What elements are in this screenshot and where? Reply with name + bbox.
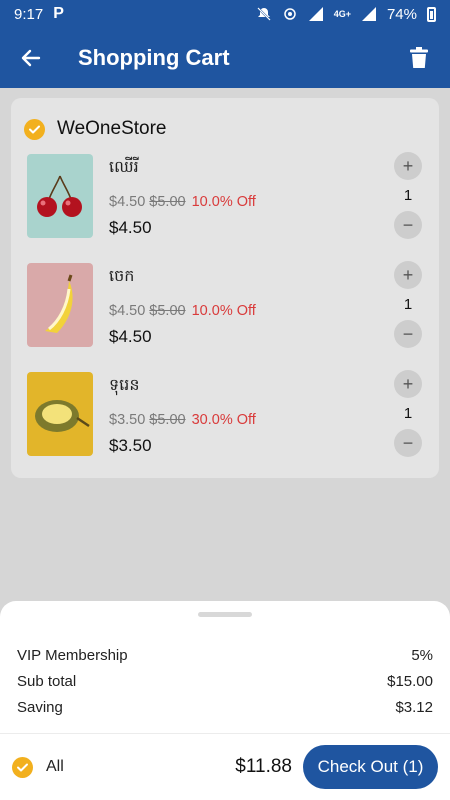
select-all-checkbox[interactable] <box>12 756 33 778</box>
app-notification-icon: P <box>53 5 64 22</box>
mute-notification-icon <box>256 7 271 21</box>
item-discount: 10.0% Off <box>191 303 256 319</box>
subtotal-label: Sub total <box>17 673 77 690</box>
arrow-back-icon <box>21 49 41 67</box>
subtotal-value: $15.00 <box>387 673 433 690</box>
item-quantity: 1 <box>403 296 413 313</box>
item-quantity: 1 <box>403 187 413 204</box>
item-original-price: $5.00 <box>149 303 186 319</box>
price-line: $4.50 $5.00 10.0% Off <box>109 194 256 210</box>
checkout-footer: All $11.88 Check Out (1) <box>0 734 450 800</box>
store-card: WeOneStore ឈើរី $4.50 $5.00 10.0% Off $4.5… <box>11 98 439 478</box>
sheet-drag-handle[interactable] <box>198 612 252 617</box>
cart-item: ទុរេន $3.50 $5.00 30.0% Off $3.50 + 1 − <box>27 370 427 457</box>
banana-image[interactable] <box>27 263 93 347</box>
store-header: WeOneStore <box>24 118 166 140</box>
hotspot-icon <box>283 8 296 20</box>
minus-icon: − <box>402 323 414 344</box>
item-discount: 10.0% Off <box>191 194 256 210</box>
plus-icon: + <box>402 373 414 394</box>
decrease-quantity-button[interactable]: − <box>394 429 422 457</box>
item-quantity: 1 <box>403 405 413 422</box>
plus-icon: + <box>402 155 414 176</box>
store-select-checkbox[interactable] <box>24 118 45 140</box>
item-original-price: $5.00 <box>149 412 186 428</box>
item-price: $3.50 <box>109 412 146 428</box>
page-title: Shopping Cart <box>78 45 230 70</box>
item-final-price: $4.50 <box>109 218 152 237</box>
subtotal-row: Sub total $15.00 <box>17 673 433 690</box>
check-icon <box>29 125 40 133</box>
checkout-sheet: VIP Membership 5% Sub total $15.00 Savin… <box>0 601 450 800</box>
vip-value: 5% <box>411 647 433 664</box>
checkout-button[interactable]: Check Out (1) <box>303 745 438 789</box>
select-all-label: All <box>46 758 64 775</box>
item-discount: 30.0% Off <box>191 412 256 428</box>
increase-quantity-button[interactable]: + <box>394 152 422 180</box>
increase-quantity-button[interactable]: + <box>394 261 422 289</box>
vip-membership-row: VIP Membership 5% <box>17 647 433 664</box>
item-original-price: $5.00 <box>149 194 186 210</box>
minus-icon: − <box>402 214 414 235</box>
signal-strength-icon <box>361 7 376 21</box>
delete-button[interactable] <box>404 43 434 73</box>
status-time: 9:17 <box>14 5 44 23</box>
network-type: 4G+ <box>333 9 351 19</box>
battery-percent: 74% <box>386 5 417 23</box>
item-name: ចេក <box>109 268 135 285</box>
item-final-price: $4.50 <box>109 327 152 346</box>
cherry-image[interactable] <box>27 154 93 238</box>
price-line: $4.50 $5.00 10.0% Off <box>109 303 256 319</box>
decrease-quantity-button[interactable]: − <box>394 211 422 239</box>
trash-icon <box>410 47 428 68</box>
cart-item: ឈើរី $4.50 $5.00 10.0% Off $4.50 + 1 − <box>27 152 427 239</box>
signal-icon <box>308 7 323 21</box>
saving-row: Saving $3.12 <box>17 699 433 716</box>
item-price: $4.50 <box>109 303 146 319</box>
item-price: $4.50 <box>109 194 146 210</box>
cart-item: ចេក $4.50 $5.00 10.0% Off $4.50 + 1 − <box>27 261 427 348</box>
price-line: $3.50 $5.00 30.0% Off <box>109 412 256 428</box>
durian-image[interactable] <box>27 372 93 456</box>
app-bar: Shopping Cart <box>0 28 450 88</box>
decrease-quantity-button[interactable]: − <box>394 320 422 348</box>
item-final-price: $3.50 <box>109 436 152 455</box>
total-amount: $11.88 <box>235 756 292 777</box>
back-button[interactable] <box>16 43 46 73</box>
check-icon <box>17 763 28 771</box>
item-name: ទុរេន <box>109 377 140 394</box>
status-bar: 9:17 P 4G+ 74% <box>0 0 450 28</box>
store-name: WeOneStore <box>57 118 167 139</box>
plus-icon: + <box>402 264 414 285</box>
battery-icon <box>427 6 436 22</box>
vip-label: VIP Membership <box>17 647 128 664</box>
saving-label: Saving <box>17 699 63 716</box>
item-name: ឈើរី <box>109 159 139 176</box>
increase-quantity-button[interactable]: + <box>394 370 422 398</box>
minus-icon: − <box>402 432 414 453</box>
saving-value: $3.12 <box>395 699 433 716</box>
